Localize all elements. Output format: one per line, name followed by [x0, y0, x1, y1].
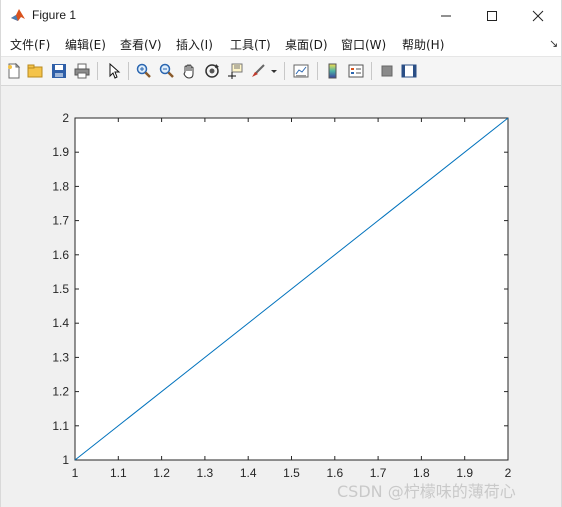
title-bar[interactable]: Figure 1	[1, 0, 561, 32]
edit-plot-arrow-icon	[109, 63, 121, 79]
y-tick-label: 1.8	[52, 179, 69, 193]
chevron-down-icon	[271, 70, 277, 73]
menu-view[interactable]: 查看(V)	[120, 36, 162, 53]
y-tick-label: 1.9	[52, 145, 69, 159]
figure-window: Figure 1 文件(F) 编辑(E) 查看(V) 插入(I) 工具(T) 桌…	[0, 0, 562, 507]
menu-window[interactable]: 窗口(W)	[341, 36, 386, 53]
y-tick-label: 1	[62, 453, 69, 467]
y-tick-label: 1.2	[52, 385, 69, 399]
figure-canvas[interactable]: 1 1.1 1.2 1.3 1.4 1.5 1.6 1.7 1.8 1.9 2 1 1.1 1.2 1.3 1…	[1, 86, 561, 507]
x-tick-label: 1	[72, 466, 79, 480]
x-tick-label: 1.2	[153, 466, 170, 480]
colorbar-button[interactable]	[323, 61, 343, 81]
link-plot-button[interactable]	[291, 61, 311, 81]
toolbar-separator	[284, 62, 285, 80]
zoom-out-button[interactable]	[157, 61, 177, 81]
rotate-3d-button[interactable]	[202, 61, 222, 81]
menu-file[interactable]: 文件(F)	[10, 36, 50, 53]
x-tick-label: 1.3	[197, 466, 214, 480]
brush-icon	[252, 64, 265, 77]
hide-plot-tools-button[interactable]	[377, 61, 397, 81]
maximize-icon	[487, 11, 497, 21]
pan-button[interactable]	[179, 61, 199, 81]
toolbar-separator	[371, 62, 372, 80]
menu-desktop[interactable]: 桌面(D)	[285, 36, 328, 53]
menu-help[interactable]: 帮助(H)	[402, 36, 444, 53]
new-figure-button[interactable]	[4, 61, 24, 81]
legend-icon	[348, 64, 364, 78]
open-file-button[interactable]	[25, 61, 45, 81]
watermark: CSDN @柠檬味的薄荷心	[337, 482, 516, 501]
data-cursor-icon	[228, 63, 243, 79]
link-plot-icon	[293, 64, 309, 78]
print-button[interactable]	[72, 61, 92, 81]
zoom-out-icon	[159, 63, 174, 78]
minimize-icon	[441, 15, 451, 17]
x-tick-label: 1.4	[240, 466, 257, 480]
y-tick-label: 1.1	[52, 419, 69, 433]
show-plot-tools-icon	[401, 64, 417, 78]
y-tick-label: 1.3	[52, 350, 69, 364]
y-tick-label: 1.6	[52, 248, 69, 262]
data-cursor-button[interactable]	[225, 61, 245, 81]
line-plot[interactable]: 1 1.1 1.2 1.3 1.4 1.5 1.6 1.7 1.8 1.9 2 1 1.1 1.2 1.3 1…	[1, 86, 561, 507]
figure-toolbar	[1, 56, 561, 86]
save-icon	[52, 64, 66, 78]
menu-dock-arrow-icon[interactable]: ↘	[549, 37, 558, 50]
y-tick-label: 1.4	[52, 316, 69, 330]
y-tick-label: 1.7	[52, 214, 69, 228]
save-button[interactable]	[49, 61, 69, 81]
print-icon	[74, 63, 90, 79]
close-icon	[532, 10, 544, 22]
edit-plot-button[interactable]	[104, 61, 124, 81]
menu-bar: 文件(F) 编辑(E) 查看(V) 插入(I) 工具(T) 桌面(D) 窗口(W…	[1, 32, 561, 56]
toolbar-separator	[97, 62, 98, 80]
maximize-button[interactable]	[469, 0, 515, 32]
minimize-button[interactable]	[423, 0, 469, 32]
zoom-in-button[interactable]	[134, 61, 154, 81]
open-file-icon	[27, 64, 43, 78]
colorbar-icon	[328, 63, 337, 79]
brush-dropdown-button[interactable]	[269, 61, 279, 81]
y-tick-label: 2	[62, 111, 69, 125]
menu-tools[interactable]: 工具(T)	[230, 36, 271, 53]
hide-plot-tools-icon	[381, 65, 393, 77]
menu-edit[interactable]: 编辑(E)	[65, 36, 106, 53]
y-tick-label: 1.5	[52, 282, 69, 296]
matlab-logo-icon	[10, 7, 26, 23]
toolbar-separator	[317, 62, 318, 80]
menu-insert[interactable]: 插入(I)	[176, 36, 213, 53]
rotate-3d-icon	[205, 64, 219, 78]
x-tick-label: 1.5	[283, 466, 300, 480]
pan-hand-icon	[183, 64, 194, 79]
x-tick-label: 1.1	[110, 466, 127, 480]
new-figure-icon	[8, 63, 21, 79]
legend-button[interactable]	[346, 61, 366, 81]
window-title: Figure 1	[32, 8, 77, 22]
zoom-in-icon	[136, 63, 151, 78]
brush-button[interactable]	[248, 61, 268, 81]
toolbar-separator	[128, 62, 129, 80]
show-plot-tools-button[interactable]	[399, 61, 419, 81]
close-button[interactable]	[515, 0, 561, 32]
